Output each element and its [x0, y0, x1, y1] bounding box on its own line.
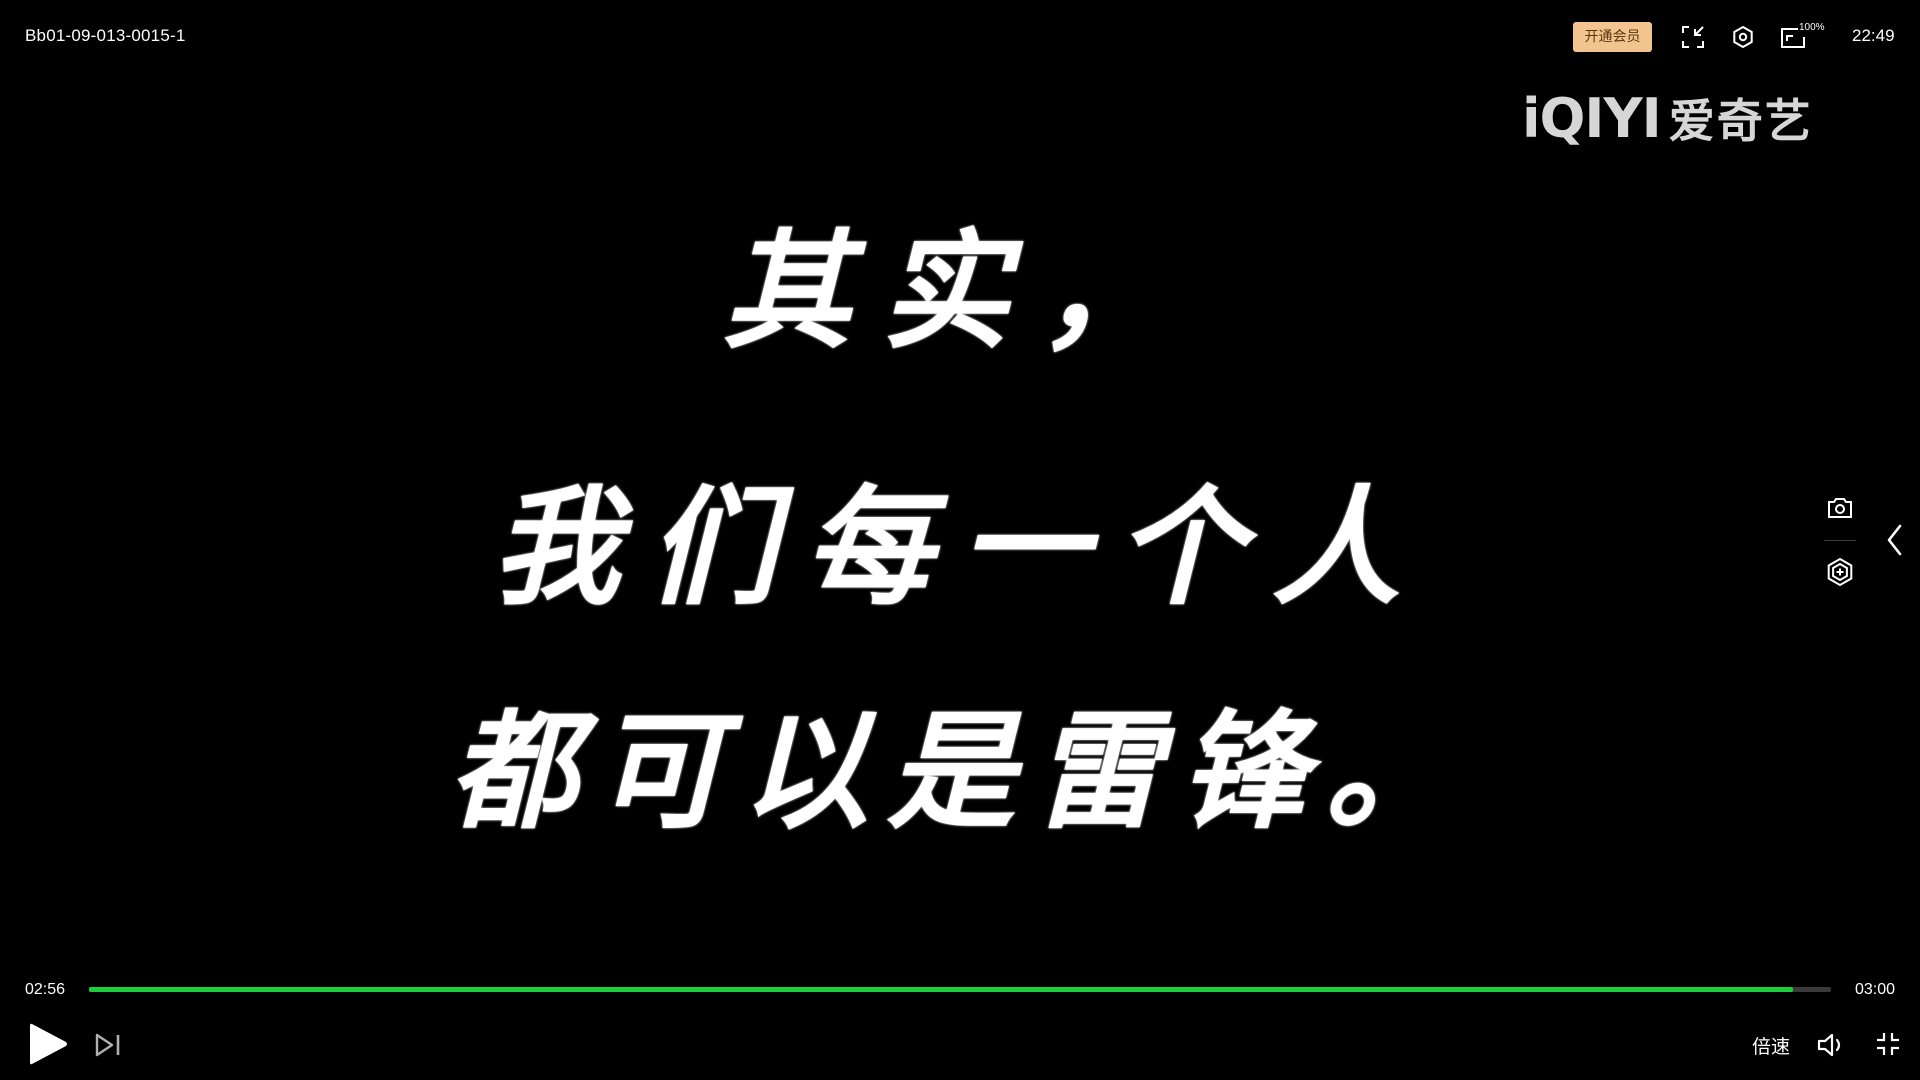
progress-bar[interactable] [89, 987, 1831, 992]
video-title: Bb01-09-013-0015-1 [25, 26, 186, 45]
exit-mini-icon[interactable] [1678, 22, 1708, 52]
iqiyi-logo: iQIYI 爱奇艺 [1522, 86, 1813, 150]
next-icon[interactable] [93, 1030, 123, 1060]
vip-button[interactable]: 开通会员 [1573, 22, 1652, 52]
play-icon[interactable] [26, 1020, 70, 1068]
exit-fullscreen-icon[interactable] [1872, 1028, 1904, 1060]
volume-icon[interactable] [1815, 1030, 1847, 1060]
subtitle-line-1: 其实， [722, 217, 1197, 367]
clock: 22:49 [1852, 26, 1895, 45]
settings-icon[interactable] [1728, 22, 1758, 52]
subtitle-line-2: 我们每一个人 [491, 473, 1428, 623]
screenshot-icon[interactable] [1822, 490, 1858, 526]
logo-text-en: iQIYI [1522, 86, 1662, 150]
progress-fill [89, 987, 1793, 992]
side-divider [1824, 540, 1856, 541]
speed-button[interactable]: 倍速 [1752, 1032, 1790, 1059]
subtitle-line-3: 都可以是雷锋。 [448, 697, 1471, 847]
zoom-percent-label: 100% [1799, 22, 1825, 33]
current-time: 02:56 [25, 981, 66, 998]
clip-icon[interactable] [1822, 554, 1858, 590]
logo-text-cn: 爱奇艺 [1668, 94, 1813, 148]
total-time: 03:00 [1855, 981, 1896, 998]
chevron-left-icon[interactable] [1880, 520, 1910, 560]
